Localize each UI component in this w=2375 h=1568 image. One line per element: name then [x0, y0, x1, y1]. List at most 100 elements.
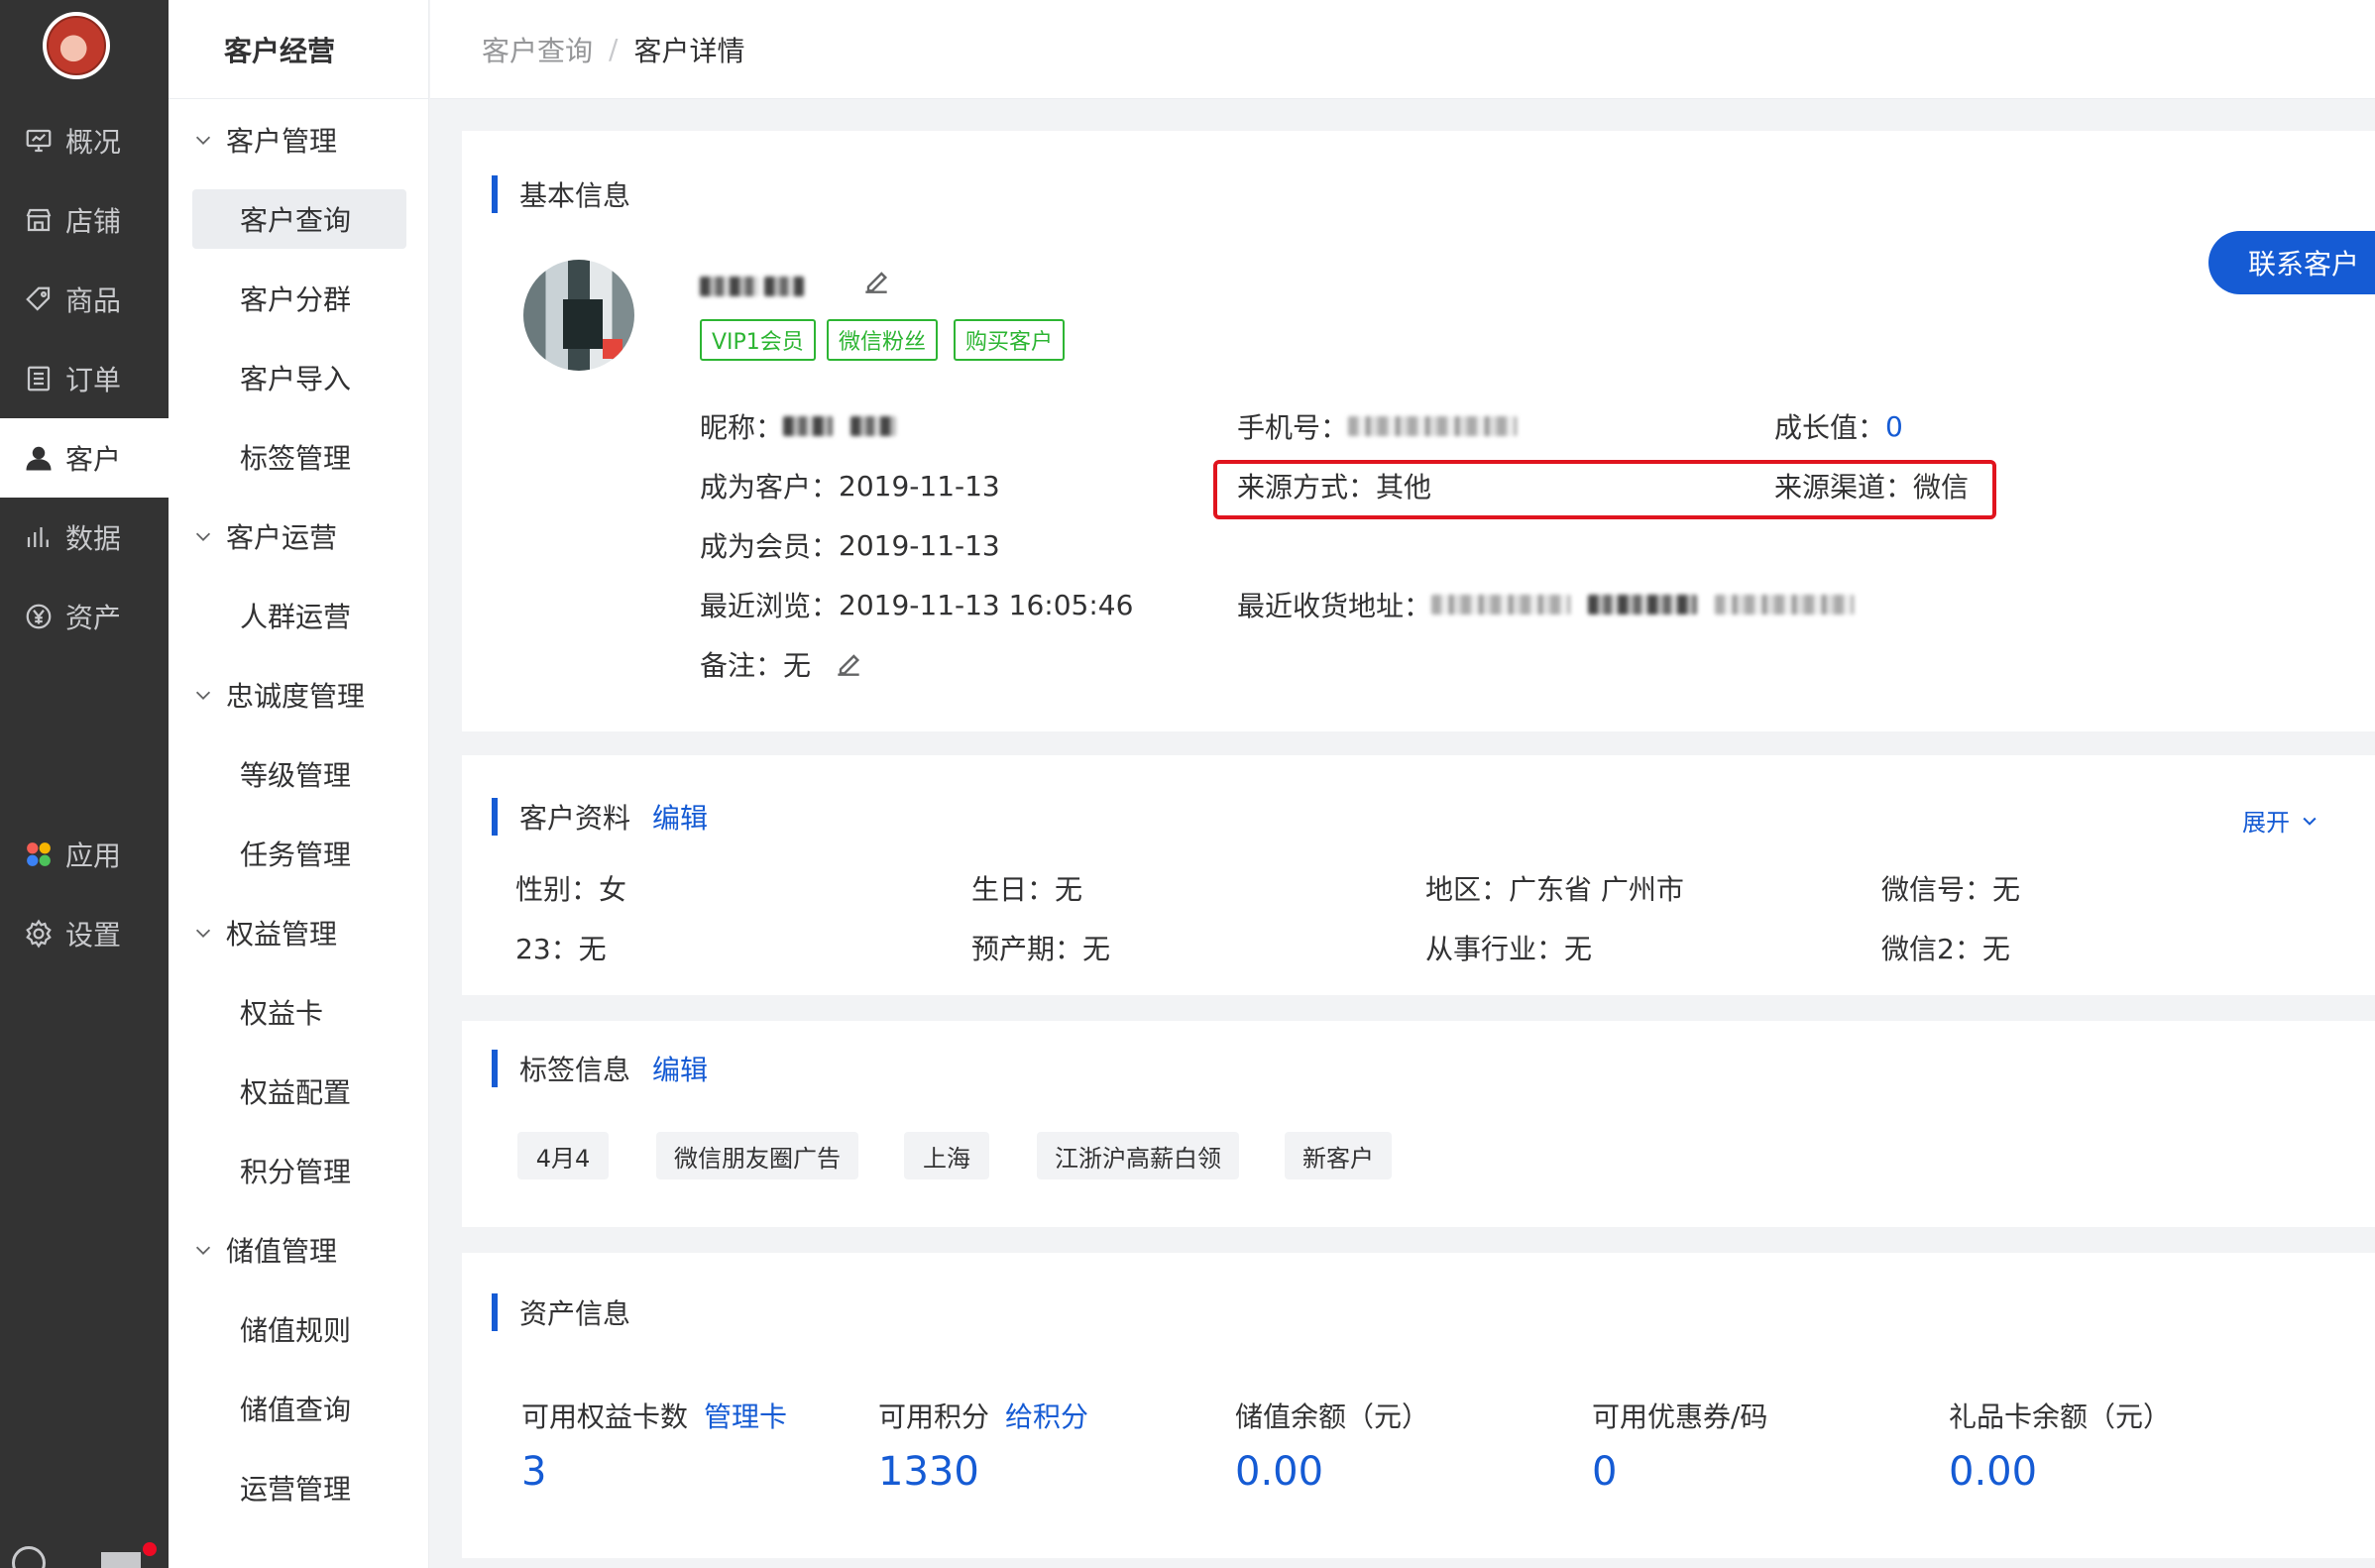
sub-item-benefit-config[interactable]: 权益配置: [192, 1062, 406, 1121]
nav-item-customers[interactable]: 客户: [0, 418, 169, 498]
section-bar: [492, 1293, 498, 1331]
help-icon[interactable]: [12, 1546, 46, 1568]
section-title-text: 标签信息: [519, 1054, 631, 1086]
nav-item-settings[interactable]: 设置: [0, 894, 169, 973]
field-value: 广东省 广州市: [1509, 873, 1684, 906]
edit-icon[interactable]: [860, 266, 892, 297]
expand-toggle[interactable]: 展开: [2242, 803, 2319, 838]
nav-item-apps[interactable]: 应用: [0, 815, 169, 894]
nickname-row: 昵称：: [700, 406, 896, 446]
yen-icon: [24, 602, 54, 631]
sub-item-label: 权益卡: [240, 997, 324, 1030]
give-points-link[interactable]: 给积分: [1005, 1400, 1088, 1433]
nav-item-goods[interactable]: 商品: [0, 260, 169, 339]
address-row: 最近收货地址：: [1237, 585, 1854, 624]
group-benefits[interactable]: 权益管理: [192, 908, 337, 957]
sub-item-operations-management[interactable]: 运营管理: [192, 1458, 406, 1517]
nav-item-assets[interactable]: 资产: [0, 577, 169, 656]
field-label: 地区：: [1425, 873, 1510, 906]
tag-chip: 微信朋友圈广告: [656, 1132, 858, 1179]
profile-field-wechat2: 微信2：无: [1881, 928, 2010, 967]
field-value: 无: [1981, 933, 2010, 965]
group-customer-operations[interactable]: 客户运营: [192, 511, 337, 561]
asset-value-points[interactable]: 1330: [878, 1449, 979, 1495]
sub-item-task-management[interactable]: 任务管理: [192, 824, 406, 883]
user-icon: [24, 443, 54, 473]
field-value: 无: [578, 933, 607, 965]
tag-info-card: 标签信息 编辑: [462, 1021, 2375, 1227]
group-stored-value[interactable]: 储值管理: [192, 1225, 337, 1275]
secondary-nav-title: 客户经营: [169, 0, 429, 99]
asset-label-text: 可用权益卡数: [521, 1400, 689, 1433]
profile-field-industry: 从事行业：无: [1425, 928, 1592, 967]
asset-label-text: 储值余额（元）: [1235, 1400, 1430, 1433]
nav-item-overview[interactable]: 概况: [0, 101, 169, 180]
sub-item-label: 储值规则: [240, 1314, 352, 1347]
sub-item-stored-value-query[interactable]: 储值查询: [192, 1379, 406, 1438]
tag-chip: 4月4: [517, 1132, 609, 1179]
list-icon: [24, 364, 54, 393]
nav-label: 数据: [65, 522, 122, 555]
group-customer-management[interactable]: 客户管理: [192, 115, 337, 165]
sub-item-label: 人群运营: [240, 601, 352, 633]
logo-image: [47, 16, 106, 75]
growth-value[interactable]: 0: [1885, 410, 1903, 443]
manage-cards-link[interactable]: 管理卡: [704, 1400, 787, 1433]
breadcrumb-customer-detail: 客户详情: [633, 34, 745, 67]
sub-item-customer-import[interactable]: 客户导入: [192, 348, 406, 407]
field-value: 无: [1055, 873, 1083, 906]
asset-value-coupons[interactable]: 0: [1592, 1449, 1617, 1495]
asset-value-gift-card[interactable]: 0.00: [1949, 1449, 2037, 1495]
tag-chip: 江浙沪高薪白领: [1037, 1132, 1239, 1179]
group-loyalty[interactable]: 忠诚度管理: [192, 670, 365, 720]
section-title-text: 资产信息: [519, 1297, 631, 1330]
sub-item-points-management[interactable]: 积分管理: [192, 1141, 406, 1200]
sub-item-customer-segments[interactable]: 客户分群: [192, 269, 406, 328]
sub-item-stored-value-rules[interactable]: 储值规则: [192, 1299, 406, 1359]
chevron-down-icon: [195, 691, 211, 700]
last-visit-label: 最近浏览：: [700, 590, 840, 622]
sub-item-label: 权益配置: [240, 1076, 352, 1109]
nav-item-orders[interactable]: 订单: [0, 339, 169, 418]
address-value: [1431, 595, 1571, 615]
customer-since-label: 成为客户：: [700, 471, 840, 504]
edit-icon[interactable]: [833, 648, 864, 680]
breadcrumb-customer-query[interactable]: 客户查询: [482, 30, 593, 69]
phone-value: [1348, 416, 1518, 436]
sub-item-tag-management[interactable]: 标签管理: [192, 427, 406, 487]
nav-item-store[interactable]: 店铺: [0, 180, 169, 260]
profile-edit-link[interactable]: 编辑: [652, 797, 708, 837]
customer-since-row: 成为客户： 2019-11-13: [700, 466, 1000, 505]
app-logo[interactable]: [43, 12, 110, 79]
notification-dot: [143, 1542, 157, 1556]
sub-item-crowd-operations[interactable]: 人群运营: [192, 586, 406, 645]
main-nav: 概况 店铺 商品 订单 客户 数据 资产 应用 设置: [0, 0, 169, 1568]
field-label: 从事行业：: [1425, 933, 1565, 965]
sub-item-label: 客户查询: [240, 204, 352, 237]
sub-item-benefit-card[interactable]: 权益卡: [192, 982, 406, 1042]
member-since-row: 成为会员： 2019-11-13: [700, 525, 1000, 565]
asset-label-gift-card: 礼品卡余额（元）: [1949, 1396, 2171, 1435]
sub-item-level-management[interactable]: 等级管理: [192, 744, 406, 804]
field-value: 女: [599, 873, 627, 906]
nickname-value: [783, 416, 834, 436]
asset-value-stored-value[interactable]: 0.00: [1235, 1449, 1323, 1495]
asset-value-benefit-cards[interactable]: 3: [521, 1449, 546, 1495]
sub-item-label: 运营管理: [240, 1473, 352, 1506]
section-title-basic: 基本信息: [492, 174, 630, 214]
nav-item-data[interactable]: 数据: [0, 498, 169, 577]
gear-icon: [24, 919, 54, 949]
message-icon[interactable]: [101, 1552, 141, 1568]
sub-item-label: 客户导入: [240, 363, 352, 395]
chevron-down-icon: [195, 929, 211, 938]
asset-label-text: 礼品卡余额（元）: [1949, 1400, 2172, 1433]
sub-item-customer-query[interactable]: 客户查询: [192, 189, 406, 249]
profile-field-due-date: 预产期：无: [971, 928, 1110, 967]
section-title-text: 客户资料: [519, 802, 631, 835]
contact-customer-button[interactable]: 联系客户: [2208, 231, 2375, 294]
field-label: 性别：: [515, 873, 600, 906]
phone-label: 手机号：: [1237, 411, 1349, 444]
tags-edit-link[interactable]: 编辑: [652, 1049, 708, 1088]
chevron-down-icon: [195, 1246, 211, 1255]
sub-item-label: 客户分群: [240, 283, 352, 316]
